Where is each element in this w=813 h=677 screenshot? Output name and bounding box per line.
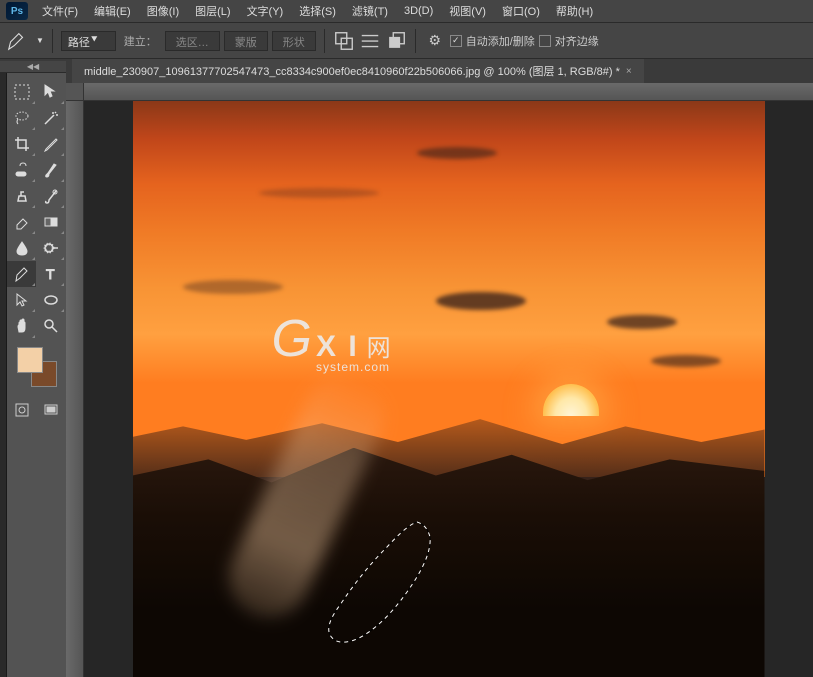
- shape-tool[interactable]: [36, 287, 65, 313]
- move-tool[interactable]: [36, 79, 65, 105]
- crop-tool[interactable]: [7, 131, 36, 157]
- options-bar: ▼ 路径 ⯆ 建立： 选区… 蒙版 形状 ⚙ 自动添加/删除 对齐边缘: [0, 23, 813, 59]
- tab-title: middle_230907_10961377702547473_cc8334c9…: [84, 63, 620, 79]
- tool-preset-dropdown[interactable]: ▼: [36, 36, 44, 45]
- horizontal-ruler[interactable]: [84, 83, 813, 101]
- menu-3d[interactable]: 3D(D): [396, 2, 441, 20]
- canvas-area: G X I网 system.com: [66, 83, 813, 677]
- menu-image[interactable]: 图像(I): [139, 0, 187, 22]
- build-label: 建立：: [124, 33, 157, 49]
- foreground-color-swatch[interactable]: [17, 347, 43, 373]
- menu-view[interactable]: 视图(V): [441, 0, 494, 22]
- history-brush-tool[interactable]: [36, 183, 65, 209]
- mode-select[interactable]: 路径 ⯆: [61, 31, 116, 51]
- menu-select[interactable]: 选择(S): [291, 0, 344, 22]
- path-operations-icon[interactable]: [333, 30, 355, 52]
- pen-tool-icon[interactable]: [4, 30, 30, 52]
- menu-type[interactable]: 文字(Y): [239, 0, 292, 22]
- menu-window[interactable]: 窗口(O): [494, 0, 548, 22]
- tools-panel: ◀◀: [0, 61, 66, 677]
- divider: [415, 29, 416, 53]
- path-alignment-icon[interactable]: [359, 30, 381, 52]
- dodge-tool[interactable]: [36, 235, 65, 261]
- type-tool[interactable]: T: [36, 261, 65, 287]
- gear-icon[interactable]: ⚙: [424, 30, 446, 52]
- app-logo[interactable]: Ps: [6, 2, 28, 20]
- blur-tool[interactable]: [7, 235, 36, 261]
- menubar: Ps 文件(F) 编辑(E) 图像(I) 图层(L) 文字(Y) 选择(S) 滤…: [0, 0, 813, 23]
- panel-handle[interactable]: ◀◀: [0, 61, 66, 73]
- document-tab[interactable]: middle_230907_10961377702547473_cc8334c9…: [72, 59, 644, 83]
- color-swatches[interactable]: [17, 347, 57, 387]
- pen-tool[interactable]: [7, 261, 36, 287]
- collapsed-panel-strip[interactable]: [0, 61, 7, 677]
- align-edges-checkbox[interactable]: [539, 35, 551, 47]
- lasso-tool[interactable]: [7, 105, 36, 131]
- brush-tool[interactable]: [36, 157, 65, 183]
- eraser-tool[interactable]: [7, 209, 36, 235]
- magic-wand-tool[interactable]: [36, 105, 65, 131]
- path-selection-tool[interactable]: [7, 287, 36, 313]
- divider: [52, 29, 53, 53]
- eyedropper-tool[interactable]: [36, 131, 65, 157]
- ruler-corner[interactable]: [66, 83, 84, 101]
- menu-filter[interactable]: 滤镜(T): [344, 0, 396, 22]
- mask-button[interactable]: 蒙版: [224, 31, 268, 51]
- document-tab-bar: middle_230907_10961377702547473_cc8334c9…: [0, 59, 813, 83]
- align-edges-label: 对齐边缘: [555, 33, 599, 49]
- divider: [324, 29, 325, 53]
- quick-mask-icon[interactable]: [9, 399, 36, 421]
- path-arrangement-icon[interactable]: [385, 30, 407, 52]
- selection-marquee: [322, 517, 472, 647]
- watermark: G X I网 system.com: [272, 309, 391, 374]
- menu-file[interactable]: 文件(F): [34, 0, 86, 22]
- vertical-ruler[interactable]: [66, 101, 84, 677]
- screen-mode-icon[interactable]: [38, 399, 65, 421]
- auto-add-delete-label: 自动添加/删除: [466, 33, 535, 49]
- clone-stamp-tool[interactable]: [7, 183, 36, 209]
- selection-button[interactable]: 选区…: [165, 31, 220, 51]
- hand-tool[interactable]: [7, 313, 36, 339]
- tab-close-icon[interactable]: ×: [626, 66, 632, 77]
- gradient-tool[interactable]: [36, 209, 65, 235]
- menu-layer[interactable]: 图层(L): [187, 0, 238, 22]
- zoom-tool[interactable]: [36, 313, 65, 339]
- canvas-viewport[interactable]: G X I网 system.com: [84, 101, 813, 677]
- marquee-tool[interactable]: [7, 79, 36, 105]
- auto-add-delete-checkbox[interactable]: [450, 35, 462, 47]
- document-image: G X I网 system.com: [133, 101, 765, 677]
- menu-help[interactable]: 帮助(H): [548, 0, 601, 22]
- shape-button[interactable]: 形状: [272, 31, 316, 51]
- svg-text:T: T: [46, 266, 55, 282]
- healing-brush-tool[interactable]: [7, 157, 36, 183]
- menu-edit[interactable]: 编辑(E): [86, 0, 139, 22]
